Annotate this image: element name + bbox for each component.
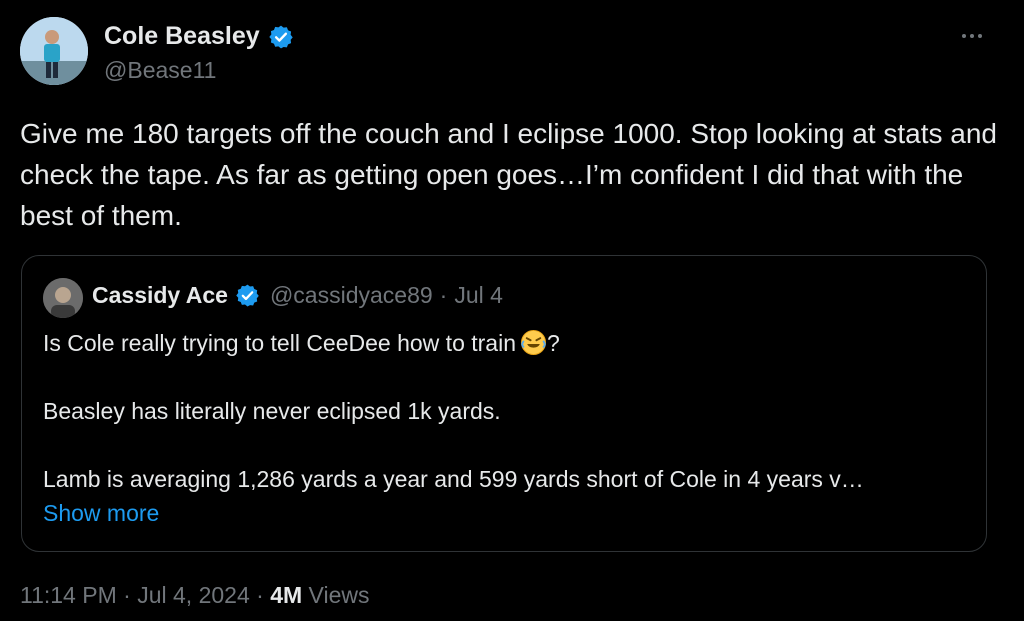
verified-badge-icon[interactable] [268,24,294,50]
author-name-row[interactable]: Cole Beasley [104,22,294,51]
tweet-text: Give me 180 targets off the couch and I … [20,118,997,231]
quoted-tweet[interactable]: Cassidy Ace @cassidyace89 · Jul 4 Is Col… [21,255,987,552]
quoted-author-handle[interactable]: @cassidyace89 [270,282,433,309]
tweet-meta: 11:14 PM · Jul 4, 2024 · 4M Views [20,582,369,609]
quoted-line-1: Is Cole really trying to tell CeeDee how… [43,326,973,360]
separator-dot: · [439,282,448,308]
tweet-date[interactable]: Jul 4, 2024 [137,582,250,608]
quoted-author-avatar[interactable] [43,278,83,318]
quoted-line-1-text: Is Cole really trying to tell CeeDee how… [43,330,516,356]
tweet: Cole Beasley @Bease11 Give me 180 target… [0,0,1024,621]
quoted-tweet-text: Is Cole really trying to tell CeeDee how… [43,326,973,530]
quoted-line-1-suffix: ? [547,330,560,356]
separator-dot: · [123,582,131,608]
author-name[interactable]: Cole Beasley [104,22,260,51]
verified-badge-icon[interactable] [235,283,260,308]
more-options-icon[interactable] [954,22,990,50]
quoted-author-name[interactable]: Cassidy Ace [92,282,228,309]
separator-dot: · [256,582,264,608]
views-label[interactable]: Views [309,582,370,608]
quoted-tweet-header: Cassidy Ace @cassidyace89 · Jul 4 [92,282,503,309]
author-avatar[interactable] [20,17,88,85]
views-count[interactable]: 4M [270,582,302,608]
rolling-on-floor-laughing-emoji-icon [520,329,547,356]
tweet-time[interactable]: 11:14 PM [20,582,117,608]
show-more-link[interactable]: Show more [43,500,159,526]
quoted-line-3: Lamb is averaging 1,286 yards a year and… [43,466,864,492]
quoted-line-2: Beasley has literally never eclipsed 1k … [43,398,501,424]
quoted-tweet-date[interactable]: Jul 4 [454,282,503,309]
author-handle[interactable]: @Bease11 [104,57,216,84]
